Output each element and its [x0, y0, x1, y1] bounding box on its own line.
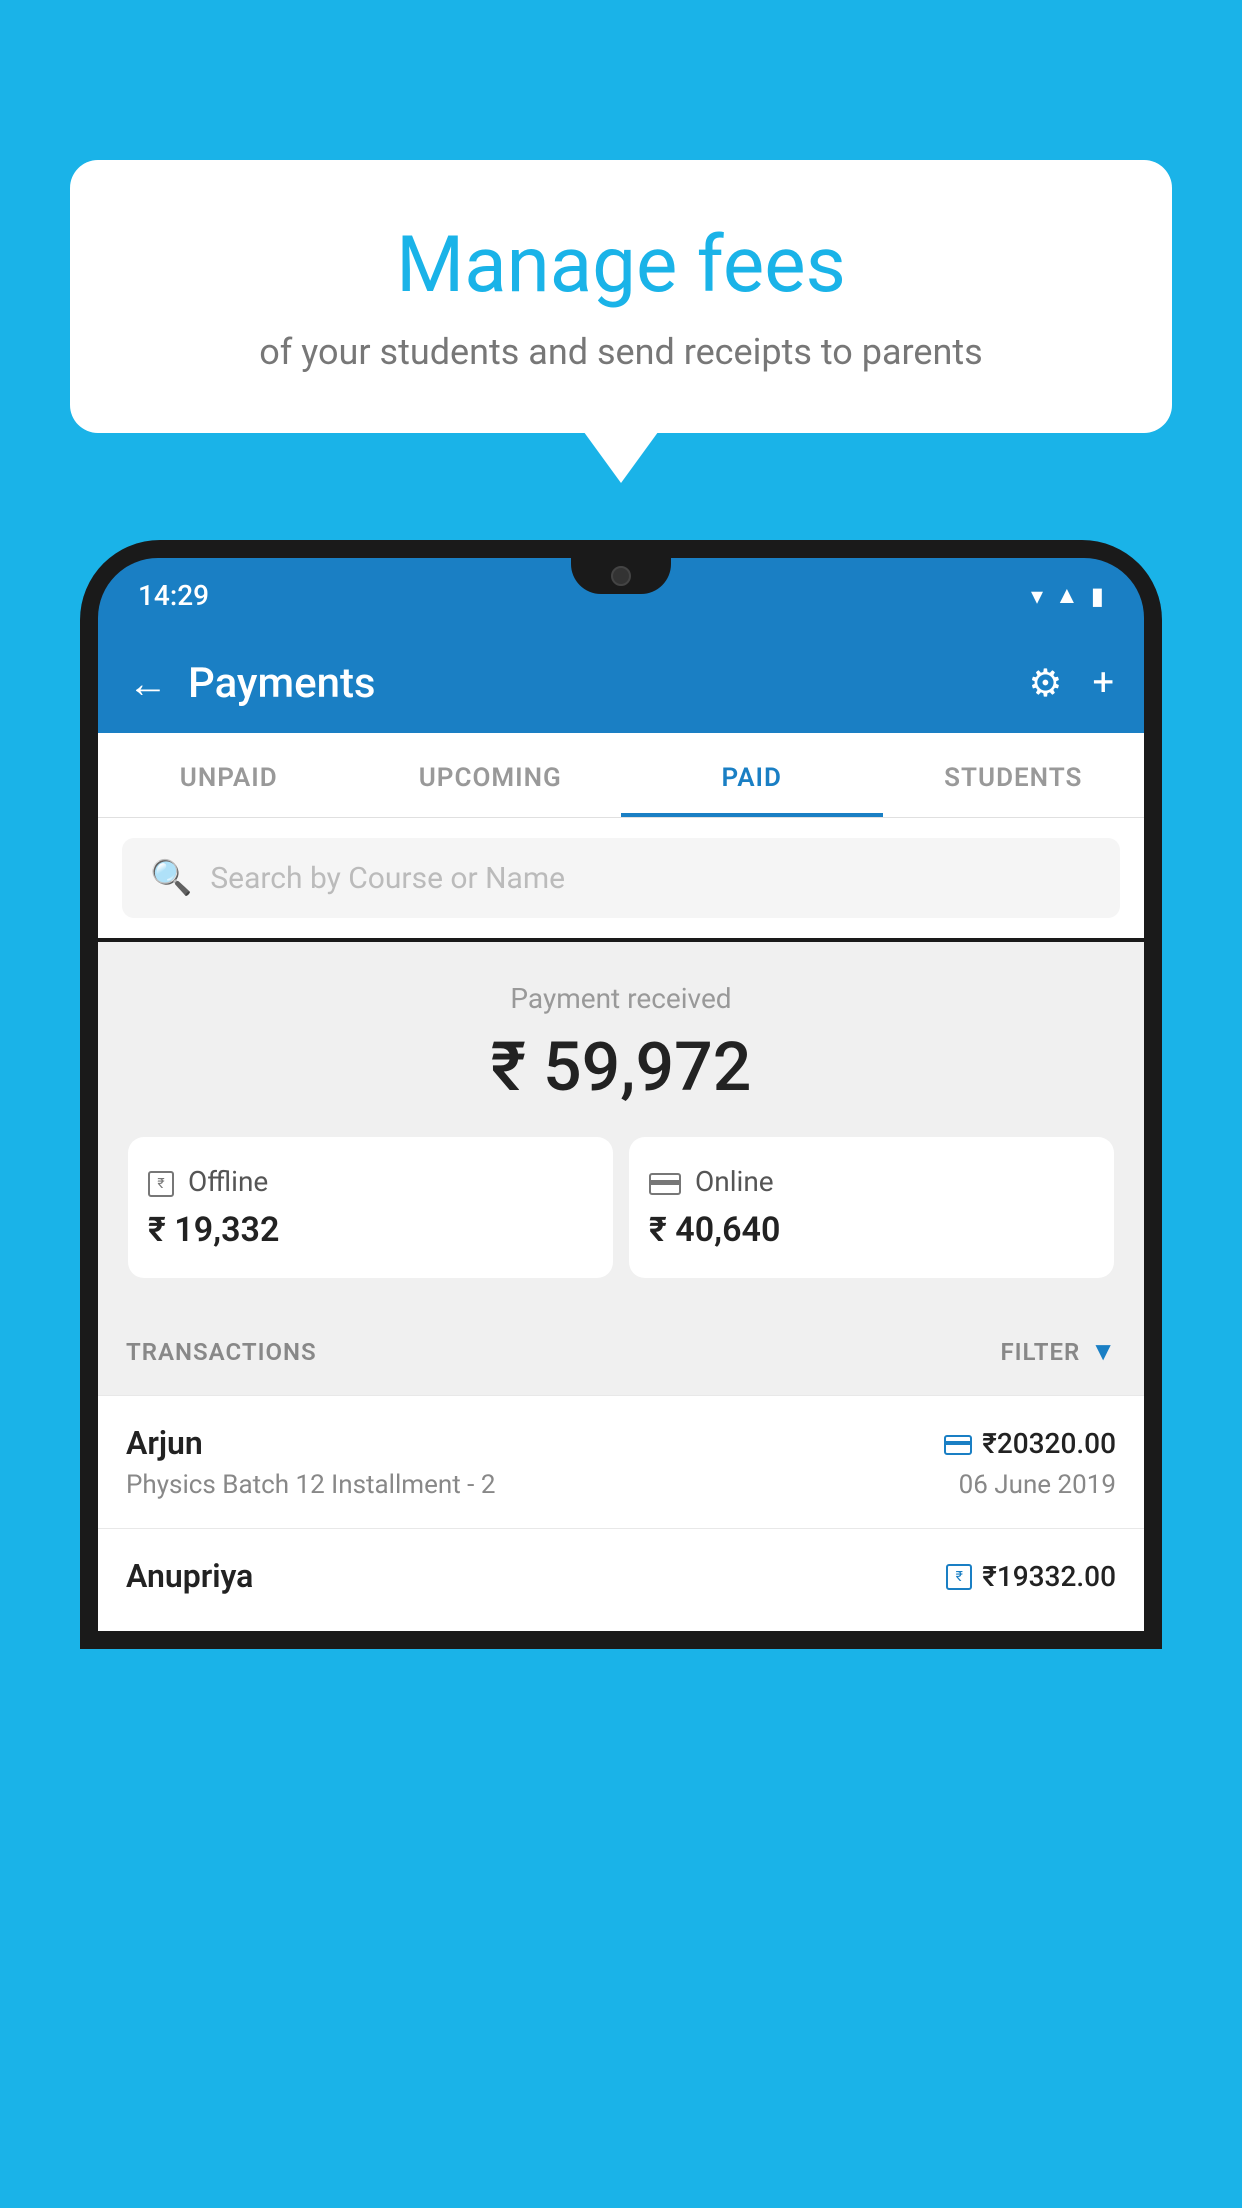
transaction-amount-2: ₹19332.00	[982, 1560, 1116, 1593]
transactions-header: TRANSACTIONS FILTER ▼	[98, 1308, 1144, 1395]
search-container: 🔍 Search by Course or Name	[98, 818, 1144, 938]
search-placeholder: Search by Course or Name	[210, 861, 565, 896]
online-icon	[649, 1165, 681, 1198]
tab-unpaid[interactable]: UNPAID	[98, 733, 360, 817]
transaction-icon-1	[944, 1429, 972, 1457]
filter-label: FILTER	[1000, 1338, 1080, 1366]
back-button[interactable]: ←	[128, 660, 168, 707]
add-icon[interactable]: +	[1092, 661, 1114, 705]
search-icon: 🔍	[150, 858, 192, 898]
filter-button[interactable]: FILTER ▼	[1000, 1336, 1116, 1367]
wifi-icon: ▾	[1031, 582, 1043, 610]
tab-upcoming[interactable]: UPCOMING	[360, 733, 622, 817]
transaction-icon-2: ₹	[946, 1562, 972, 1591]
offline-label: Offline	[188, 1165, 268, 1198]
page-title: Payments	[188, 659, 1028, 708]
speech-bubble: Manage fees of your students and send re…	[70, 160, 1172, 433]
search-bar[interactable]: 🔍 Search by Course or Name	[122, 838, 1120, 918]
offline-payment-card: ₹ Offline ₹ 19,332	[128, 1137, 613, 1278]
payment-summary: Payment received ₹ 59,972 ₹ Offline ₹ 19…	[98, 942, 1144, 1308]
battery-icon: ▮	[1091, 582, 1104, 610]
online-amount: ₹ 40,640	[649, 1210, 1094, 1250]
transactions-label: TRANSACTIONS	[126, 1338, 317, 1366]
transaction-course-1: Physics Batch 12 Installment - 2	[126, 1470, 495, 1500]
status-time: 14:29	[138, 579, 209, 612]
tabs-container: UNPAID UPCOMING PAID STUDENTS	[98, 733, 1144, 818]
app-topbar: ← Payments ⚙ +	[98, 633, 1144, 733]
tab-students[interactable]: STUDENTS	[883, 733, 1145, 817]
transaction-date-1: 06 June 2019	[959, 1470, 1116, 1500]
status-icons: ▾ ▲ ▮	[1031, 581, 1104, 610]
filter-icon: ▼	[1090, 1336, 1116, 1367]
tab-paid[interactable]: PAID	[621, 733, 883, 817]
payment-received-label: Payment received	[118, 982, 1124, 1015]
phone-frame: 14:29 ▾ ▲ ▮ ← Payments ⚙ + UNPAID UPCOMI…	[80, 540, 1162, 2208]
bubble-title: Manage fees	[150, 220, 1092, 311]
transaction-name-1: Arjun	[126, 1424, 203, 1462]
offline-icon: ₹	[148, 1165, 174, 1198]
transaction-name-2: Anupriya	[126, 1557, 253, 1595]
gear-icon[interactable]: ⚙	[1028, 661, 1062, 706]
payment-total-amount: ₹ 59,972	[118, 1027, 1124, 1107]
transaction-row-anupriya[interactable]: Anupriya ₹ ₹19332.00	[98, 1528, 1144, 1631]
online-label: Online	[695, 1165, 774, 1198]
payment-cards: ₹ Offline ₹ 19,332 Online ₹ 40,640	[128, 1137, 1114, 1278]
bubble-subtitle: of your students and send receipts to pa…	[150, 331, 1092, 373]
status-bar: 14:29 ▾ ▲ ▮	[98, 558, 1144, 633]
camera	[611, 566, 631, 586]
signal-icon: ▲	[1055, 581, 1079, 610]
transaction-row-arjun[interactable]: Arjun ₹20320.00 Physics Batch 12 Install…	[98, 1395, 1144, 1528]
offline-amount: ₹ 19,332	[148, 1210, 593, 1250]
online-payment-card: Online ₹ 40,640	[629, 1137, 1114, 1278]
transaction-amount-1: ₹20320.00	[982, 1427, 1116, 1460]
